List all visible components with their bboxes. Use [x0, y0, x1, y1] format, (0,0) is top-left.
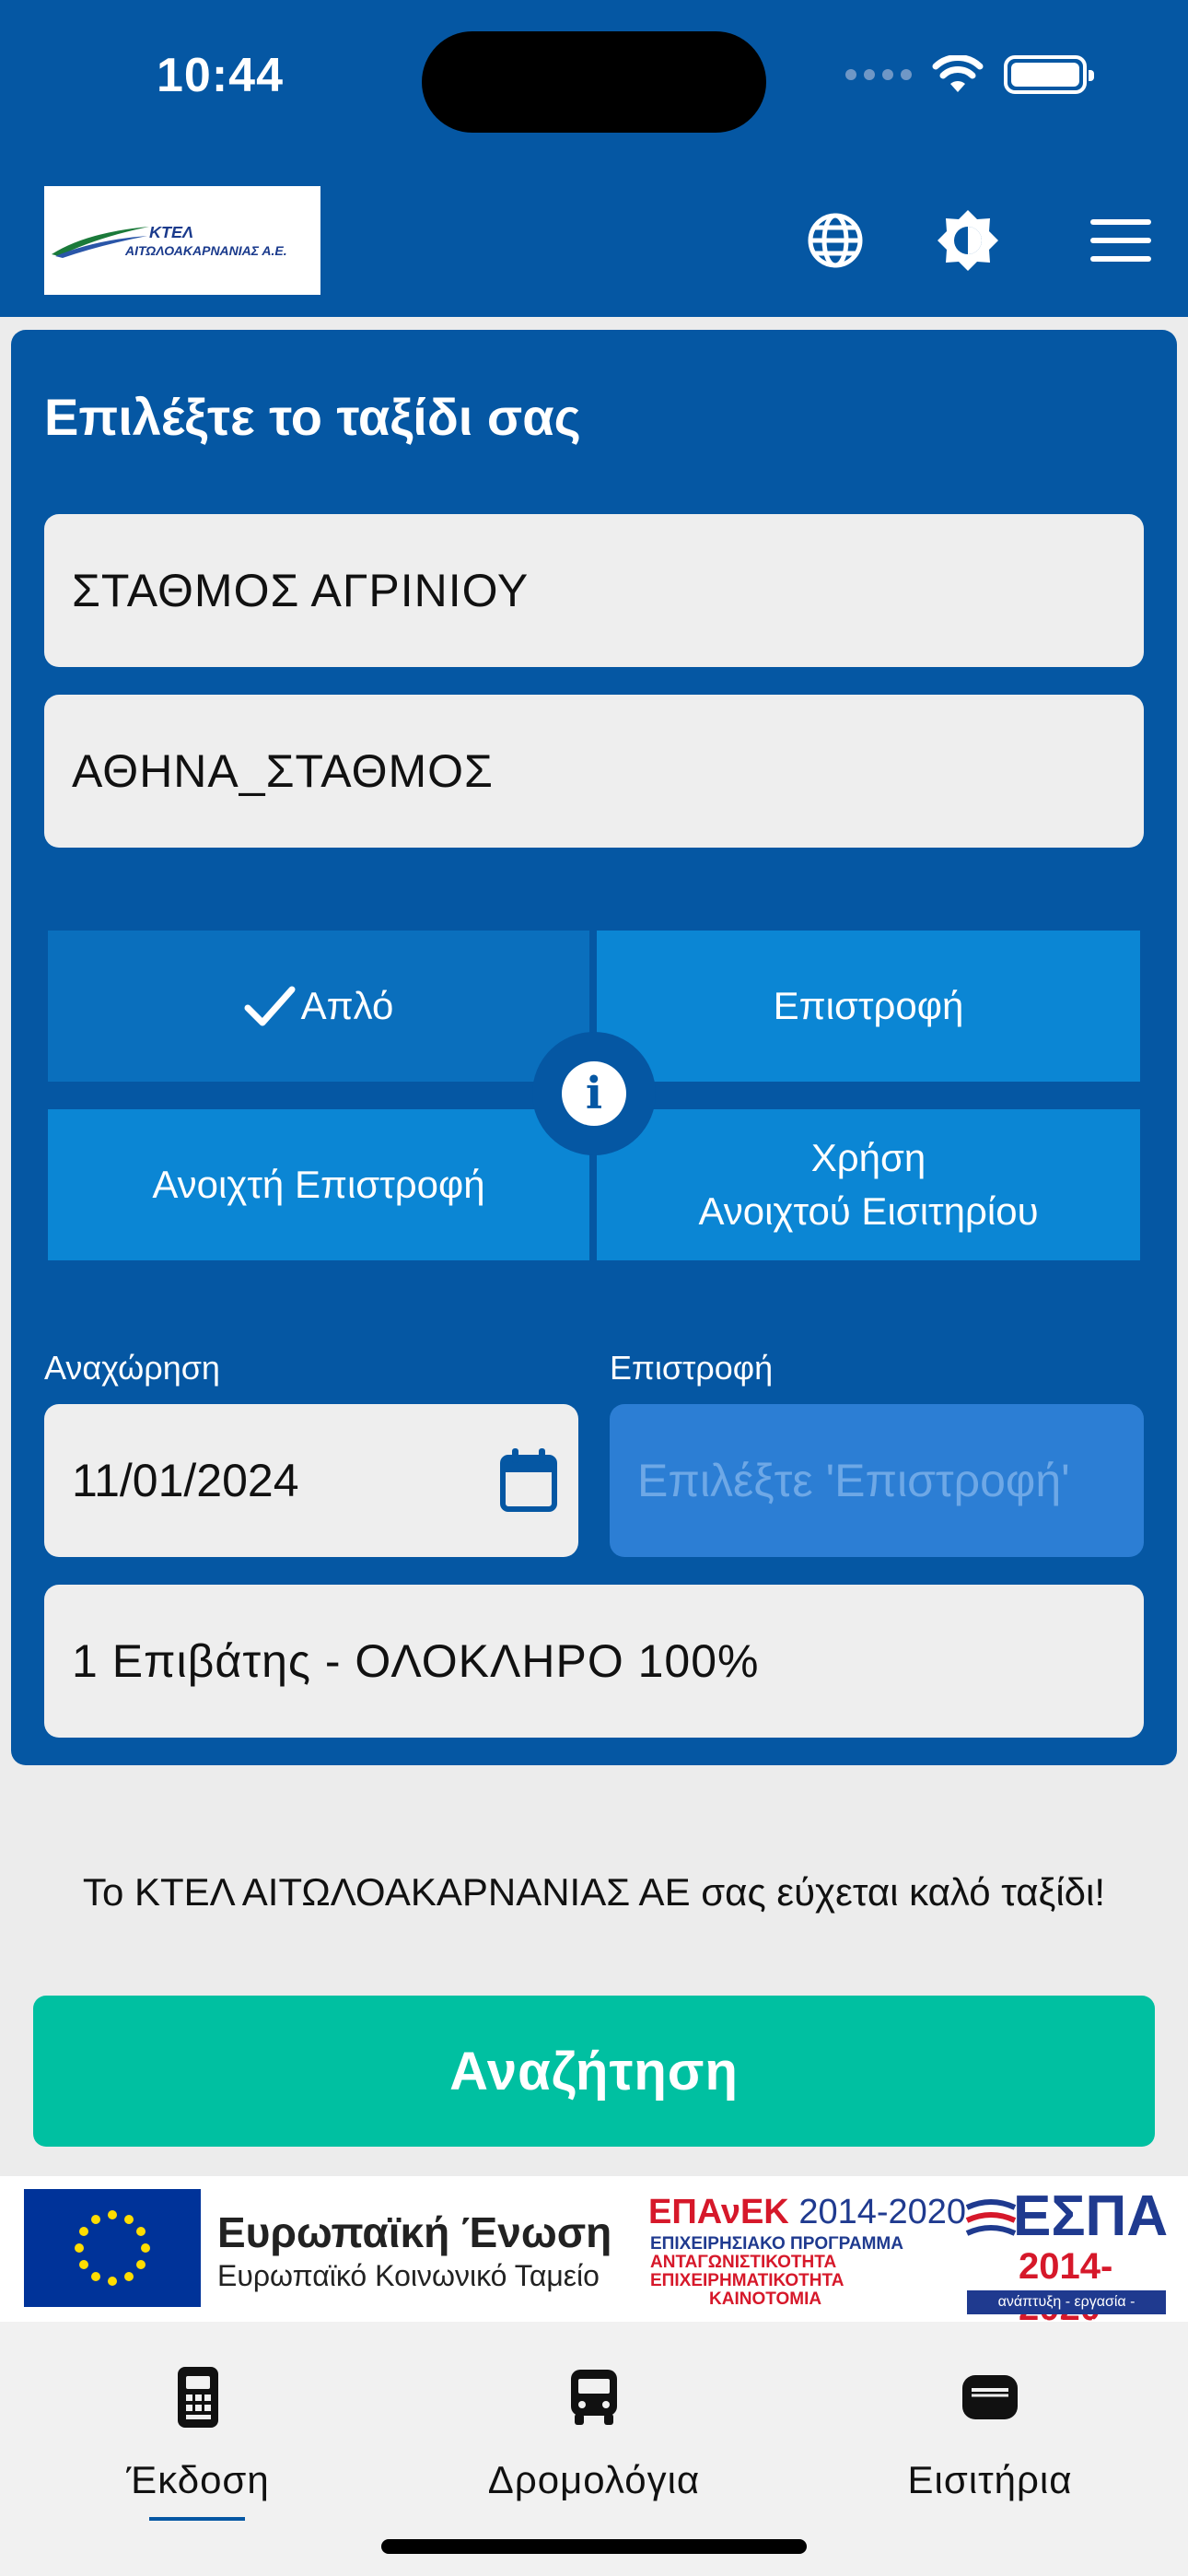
funding-banner: Ευρωπαϊκή Ένωση Ευρωπαϊκό Κοινωνικό Ταμε… — [0, 2176, 1188, 2334]
epanek-line1: ΕΠΙΧΕΙΡΗΣΙΑΚΟ ΠΡΟΓΡΑΜΜΑ — [650, 2234, 903, 2254]
cellular-signal-icon — [845, 69, 912, 80]
trip-type-use-open-line2: Ανοιχτού Εισιτηρίου — [698, 1189, 1039, 1233]
calendar-icon — [500, 1448, 557, 1512]
wallet-icon — [962, 2375, 1018, 2419]
brightness-icon — [938, 210, 998, 271]
dynamic-island — [422, 31, 766, 133]
card-title: Επιλέξτε το ταξίδι σας — [44, 388, 581, 446]
wifi-icon — [932, 55, 984, 92]
epanek-line4: ΚΑΙΝΟΤΟΜΙΑ — [709, 2289, 822, 2309]
logo-line2: ΑΙΤΩΛΟΑΚΑΡΝΑΝΙΑΣ Α.Ε. — [125, 243, 287, 258]
bus-icon — [571, 2370, 617, 2425]
return-label: Επιστροφή — [610, 1349, 774, 1387]
logo-line1: ΚΤΕΛ — [149, 223, 194, 241]
tab-tickets-label: Εισιτήρια — [907, 2458, 1073, 2501]
to-station-field[interactable]: ΑΘΗΝΑ_ΣΤΑΘΜΟΣ — [44, 695, 1144, 848]
eu-title: Ευρωπαϊκή Ένωση — [217, 2208, 612, 2256]
trip-type-single-label: Απλό — [300, 984, 394, 1027]
menu-button[interactable] — [1089, 208, 1153, 273]
departure-date-value: 11/01/2024 — [72, 1455, 299, 1506]
trip-type-use-open-ticket[interactable]: Χρήση Ανοιχτού Εισιτηρίου — [597, 1109, 1140, 1260]
trip-type-open-return-label: Ανοιχτή Επιστροφή — [152, 1163, 485, 1206]
active-tab-indicator — [149, 2517, 245, 2521]
eu-stars-icon — [75, 2210, 150, 2286]
tab-issue[interactable]: Έκδοση — [0, 2322, 396, 2524]
checkmark-icon — [244, 986, 296, 1026]
ticket-machine-icon — [178, 2367, 218, 2428]
eu-flag-logo — [24, 2189, 201, 2307]
eu-subtitle: Ευρωπαϊκό Κοινωνικό Ταμείο — [217, 2259, 600, 2292]
epanek-line2: ΑΝΤΑΓΩΝΙΣΤΙΚΟΤΗΤΑ — [650, 2253, 837, 2272]
epanek-name: ΕΠΑνΕΚ — [648, 2193, 789, 2231]
home-indicator[interactable] — [381, 2539, 807, 2554]
epanek-line3: ΕΠΙΧΕΙΡΗΜΑΤΙΚΟΤΗΤΑ — [650, 2271, 844, 2290]
tab-routes-label: Δρομολόγια — [487, 2458, 701, 2501]
status-time: 10:44 — [157, 49, 284, 102]
theme-toggle-button[interactable] — [936, 208, 1000, 273]
passengers-field[interactable]: 1 Επιβάτης - ΟΛΟΚΛΗΡΟ 100% — [44, 1585, 1144, 1738]
from-station-field[interactable]: ΣΤΑΘΜΟΣ ΑΓΡΙΝΙΟΥ — [44, 514, 1144, 667]
trip-type-single[interactable]: Απλό — [48, 931, 589, 1082]
espa-name: ΕΣΠΑ — [1013, 2184, 1169, 2248]
bottom-tab-bar: Έκδοση Δρομολόγια Εισιτήρια — [0, 2322, 1188, 2576]
return-date-field[interactable]: Επιλέξτε 'Επιστροφή' — [610, 1404, 1144, 1557]
trip-type-return[interactable]: Επιστροφή — [597, 931, 1140, 1082]
globe-icon — [808, 213, 863, 268]
tab-routes[interactable]: Δρομολόγια — [396, 2322, 792, 2524]
trip-type-info-button[interactable]: i — [532, 1032, 656, 1155]
tab-issue-label: Έκδοση — [126, 2458, 270, 2501]
departure-date-field[interactable]: 11/01/2024 — [44, 1404, 578, 1557]
company-logo[interactable]: ΚΤΕΛ ΑΙΤΩΛΟΑΚΑΡΝΑΝΙΑΣ Α.Ε. — [44, 186, 320, 295]
return-date-placeholder: Επιλέξτε 'Επιστροφή' — [637, 1455, 1070, 1506]
hamburger-menu-icon — [1090, 219, 1151, 262]
trip-type-return-label: Επιστροφή — [773, 984, 964, 1027]
epanek-subtitle: ΕΠΙΧΕΙΡΗΣΙΑΚΟ ΠΡΟΓΡΑΜΜΑ ΑΝΤΑΓΩΝΙΣΤΙΚΟΤΗΤ… — [650, 2235, 903, 2309]
espa-tagline: ανάπτυξη - εργασία - αλληλεγγύη — [967, 2290, 1166, 2334]
epanek-title: ΕΠΑνΕΚ 2014-2020 — [648, 2193, 966, 2232]
battery-icon — [1004, 55, 1094, 94]
search-button[interactable]: Αναζήτηση — [33, 1996, 1155, 2147]
departure-label: Αναχώρηση — [44, 1349, 220, 1387]
tab-tickets[interactable]: Εισιτήρια — [792, 2322, 1188, 2524]
espa-waves-icon — [965, 2199, 1017, 2236]
epanek-years: 2014-2020 — [798, 2193, 967, 2231]
greeting-text: Το ΚΤΕΛ ΑΙΤΩΛΟΑΚΑΡΝΑΝΙΑΣ ΑΕ σας εύχεται … — [82, 1870, 1106, 1914]
status-icons — [845, 55, 1094, 94]
language-button[interactable] — [803, 208, 868, 273]
trip-type-use-open-line1: Χρήση — [810, 1136, 926, 1179]
info-icon: i — [562, 1061, 626, 1126]
trip-type-open-return[interactable]: Ανοιχτή Επιστροφή — [48, 1109, 589, 1260]
